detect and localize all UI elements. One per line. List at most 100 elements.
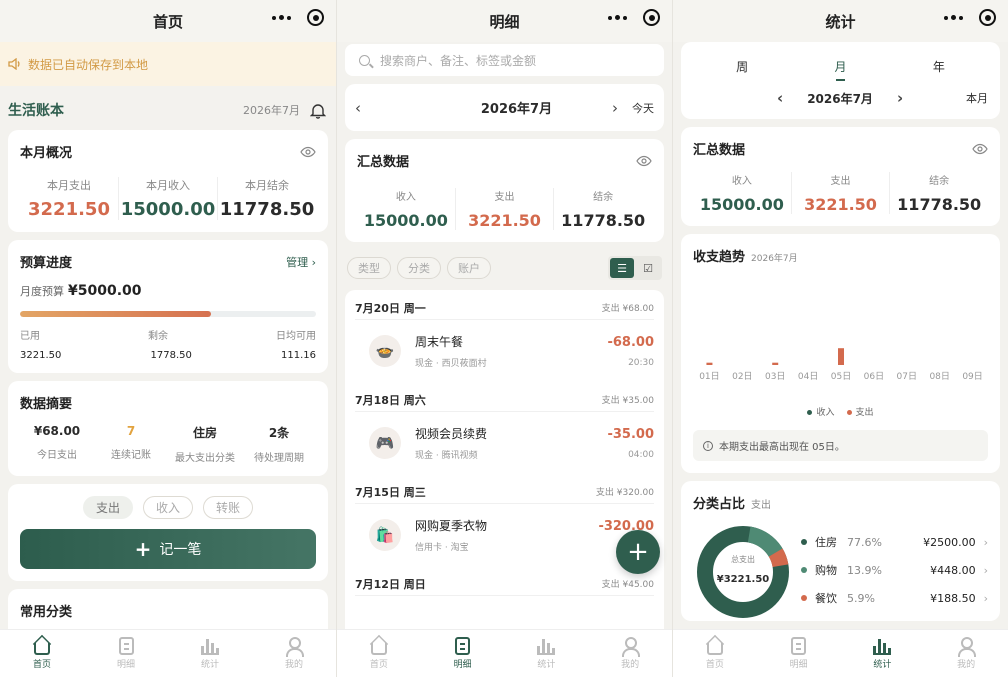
day-total: 支出 ¥45.00 xyxy=(601,580,654,590)
tab-detail[interactable]: 明细 xyxy=(421,630,505,677)
shopping-bag-icon: 🛍️ xyxy=(369,519,401,551)
today-button[interactable]: 今天 xyxy=(632,100,654,116)
summary-value: 2条 xyxy=(268,426,290,440)
transaction-row[interactable]: 🍲 周末午餐 现金 · 西贝莜面村 -68.00 20:30 xyxy=(355,320,654,382)
type-tab-transfer[interactable]: 转账 xyxy=(203,496,254,519)
more-icon[interactable] xyxy=(944,15,963,20)
tab-profile[interactable]: 我的 xyxy=(924,630,1008,677)
eye-icon[interactable] xyxy=(300,146,316,158)
tab-home[interactable]: 首页 xyxy=(673,630,757,677)
tab-stats[interactable]: 统计 xyxy=(168,630,252,677)
period-tab-week[interactable]: 周 xyxy=(736,58,748,81)
x-tick-label: 02日 xyxy=(732,371,752,382)
tx-amount: -68.00 xyxy=(607,334,654,350)
chevron-right-icon[interactable]: › xyxy=(897,89,903,107)
budget-progress-fill xyxy=(20,311,211,317)
list-view-icon[interactable]: ☰ xyxy=(610,258,634,278)
record-button-label: 记一笔 xyxy=(159,542,202,558)
tab-bar: 首页 明细 统计 我的 xyxy=(673,629,1008,677)
tab-label: 我的 xyxy=(957,660,976,670)
tab-stats[interactable]: 统计 xyxy=(505,630,589,677)
overview-expense: 本月支出 3221.50 xyxy=(20,177,118,220)
gamepad-icon: 🎮 xyxy=(369,427,401,459)
stat-value: 11778.50 xyxy=(219,199,315,220)
close-capsule-icon[interactable] xyxy=(979,9,996,26)
more-icon[interactable] xyxy=(608,15,627,20)
tx-amount: -35.00 xyxy=(607,426,654,442)
tab-detail[interactable]: 明细 xyxy=(84,630,168,677)
summary-streak: 7 连续记账 xyxy=(94,424,168,464)
chevron-left-icon[interactable]: ‹ xyxy=(777,89,783,107)
type-tab-expense[interactable]: 支出 xyxy=(82,496,133,519)
summary-balance: 结余 11778.50 xyxy=(553,188,652,230)
summary-card: 汇总数据 收入 15000.00 支出 3221.50 结余 11778.50 xyxy=(681,127,1000,226)
summary-label: 收入 xyxy=(395,192,416,203)
type-tab-income[interactable]: 收入 xyxy=(142,496,193,519)
budget-used-label: 已用 xyxy=(20,331,40,342)
tab-home[interactable]: 首页 xyxy=(0,630,84,677)
filter-bar: 类型 分类 账户 ☰ ☑ xyxy=(337,250,672,290)
close-capsule-icon[interactable] xyxy=(643,9,660,26)
filter-category[interactable]: 分类 xyxy=(397,257,441,279)
donut-chart: 总支出 ¥3221.50 xyxy=(693,522,793,622)
category-row-food[interactable]: 餐饮 5.9% ¥188.50 › xyxy=(801,584,988,612)
bar-expense-03日 xyxy=(772,362,779,365)
filter-account[interactable]: 账户 xyxy=(447,257,491,279)
more-icon[interactable] xyxy=(272,15,291,20)
transaction-row[interactable]: 🎮 视频会员续费 现金 · 腾讯视频 -35.00 04:00 xyxy=(355,412,654,474)
budget-manage-link[interactable]: 管理 › xyxy=(286,254,316,270)
donut-center-value: ¥3221.50 xyxy=(716,574,770,585)
tx-name: 网购夏季衣物 xyxy=(415,519,488,533)
summary-label: 今日支出 xyxy=(37,450,77,461)
transaction-row[interactable]: 🛍️ 网购夏季衣物信用卡 · 淘宝 -320.0023:20 xyxy=(355,504,654,566)
chevron-left-icon[interactable]: ‹ xyxy=(355,99,361,117)
card-title: 预算进度 xyxy=(20,256,73,271)
summary-income: 收入 15000.00 xyxy=(357,188,455,230)
eye-icon[interactable] xyxy=(972,143,988,155)
tab-detail[interactable]: 明细 xyxy=(757,630,841,677)
legend-label: 收入 xyxy=(816,408,835,418)
budget-value: ¥5000.00 xyxy=(68,283,142,299)
tx-name: 周末午餐 xyxy=(415,335,464,349)
summary-value: 15000.00 xyxy=(363,211,448,230)
search-input[interactable]: 搜索商户、备注、标签或金额 xyxy=(345,44,664,76)
x-tick-label: 08日 xyxy=(929,371,949,382)
bar-expense-05日 xyxy=(838,348,844,365)
chevron-right-icon[interactable]: › xyxy=(612,99,618,117)
category-row-housing[interactable]: 住房 77.6% ¥2500.00 › xyxy=(801,528,988,556)
tab-profile[interactable]: 我的 xyxy=(252,630,336,677)
book-title[interactable]: 生活账本 xyxy=(8,100,64,120)
tx-sub: 现金 · 腾讯视频 xyxy=(415,451,478,461)
food-icon: 🍲 xyxy=(369,335,401,367)
legend-dot xyxy=(801,539,807,545)
filter-type[interactable]: 类型 xyxy=(347,257,391,279)
calendar-view-icon[interactable]: ☑ xyxy=(636,258,660,278)
bar-expense-01日 xyxy=(706,362,713,365)
legend-expense: 支出 xyxy=(846,405,874,418)
bell-icon[interactable] xyxy=(310,102,326,119)
category-amount: ¥188.50 xyxy=(930,591,976,605)
period-tab-month[interactable]: 月 xyxy=(834,58,847,81)
month-label[interactable]: 2026年7月 xyxy=(481,98,552,117)
day-header: 7月18日 周六 支出 ¥35.00 xyxy=(355,382,654,412)
bar-chart-icon xyxy=(201,637,219,655)
page-title: 明细 xyxy=(489,12,520,31)
tab-label: 明细 xyxy=(116,660,135,670)
record-button[interactable]: + 记一笔 xyxy=(20,529,316,569)
eye-icon[interactable] xyxy=(636,155,652,167)
close-capsule-icon[interactable] xyxy=(307,9,324,26)
legend-income: 收入 xyxy=(807,405,835,418)
summary-label: 连续记账 xyxy=(111,450,151,461)
search-icon xyxy=(359,54,370,66)
period-month[interactable]: 2026年7月 xyxy=(807,90,873,107)
period-tab-year[interactable]: 年 xyxy=(933,58,945,81)
tx-sub: 现金 · 西贝莜面村 xyxy=(415,359,487,369)
transaction-list: 7月20日 周一 支出 ¥68.00 🍲 周末午餐 现金 · 西贝莜面村 -68.0… xyxy=(345,290,664,630)
tab-label: 首页 xyxy=(705,660,724,670)
this-month-button[interactable]: 本月 xyxy=(966,90,988,106)
category-row-shopping[interactable]: 购物 13.9% ¥448.00 › xyxy=(801,556,988,584)
tab-profile[interactable]: 我的 xyxy=(588,630,672,677)
tab-stats[interactable]: 统计 xyxy=(841,630,925,677)
add-record-fab[interactable]: + xyxy=(616,530,660,574)
tab-home[interactable]: 首页 xyxy=(337,630,421,677)
